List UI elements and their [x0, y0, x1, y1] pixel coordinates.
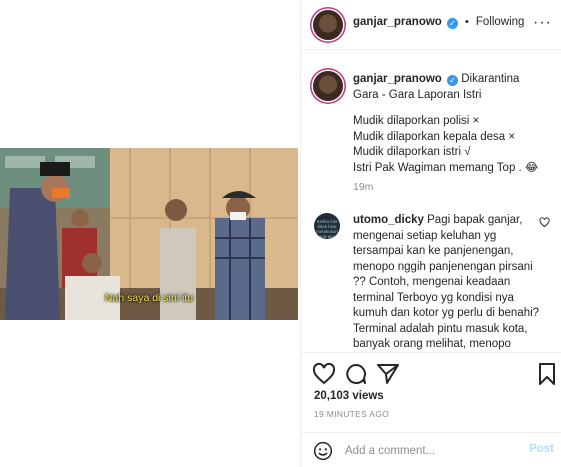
post-media: Nah saya di sini itu [0, 0, 300, 467]
post-timestamp[interactable]: 19 MINUTES AGO [314, 409, 389, 419]
post-panel: ganjar_pranowo ✓ • Following ··· ganjar_… [300, 0, 561, 467]
video-subtitle: Nah saya di sini itu [104, 292, 194, 304]
caption-body: Mudik dilaporkan polisi × Mudik dilapork… [353, 114, 553, 176]
post-caption: ganjar_pranowo ✓ Dikarantina Gara - Gara… [353, 71, 543, 103]
caption-line: Mudik dilaporkan polisi × [353, 115, 480, 127]
caption-author-avatar[interactable] [313, 71, 343, 101]
caption-username[interactable]: ganjar_pranowo [353, 73, 442, 85]
verified-check-icon: ✓ [446, 18, 458, 29]
caption-line: Istri Pak Wagiman memang Top . 😂 [353, 161, 539, 174]
caption-line: Mudik dilaporkan kepala desa × [353, 130, 516, 143]
comments-section[interactable]: ganjar_pranowo ✓ Dikarantina Gara - Gara… [301, 51, 561, 353]
header-separator: • [464, 16, 469, 28]
following-button[interactable]: Following [476, 16, 525, 28]
ellipsis-icon[interactable]: ··· [533, 14, 552, 32]
header-user-line: ganjar_pranowo ✓ • Following [353, 16, 524, 29]
caption-line: Mudik dilaporkan istri √ [353, 146, 471, 158]
verified-check-icon: ✓ [447, 75, 459, 86]
view-count[interactable]: 20,103 views [314, 390, 384, 402]
bookmark-icon[interactable] [535, 362, 559, 386]
like-comment-heart-icon[interactable] [539, 217, 550, 228]
comment-input[interactable] [345, 442, 505, 460]
post-header: ganjar_pranowo ✓ • Following ··· [301, 0, 561, 50]
heart-icon[interactable] [312, 362, 336, 386]
header-username[interactable]: ganjar_pranowo [353, 16, 442, 28]
caption-timestamp: 19m [353, 181, 374, 193]
post-actions [301, 356, 561, 392]
add-comment-bar: Post [301, 432, 561, 467]
share-icon[interactable] [376, 362, 400, 386]
commenter-avatar[interactable]: Ketika kita tidak bisa melakukan apa-apa [314, 213, 340, 239]
post-comment-button[interactable]: Post [529, 443, 554, 455]
comment-body: Pagi bapak ganjar, mengenai setiap keluh… [353, 214, 540, 350]
author-avatar[interactable] [313, 10, 343, 40]
emoji-icon[interactable] [313, 441, 333, 461]
comment-item: utomo_dicky Pagi bapak ganjar, mengenai … [353, 213, 541, 352]
comment-icon[interactable] [344, 362, 368, 386]
video-player[interactable]: Nah saya di sini itu [0, 148, 298, 320]
comment-username[interactable]: utomo_dicky [353, 214, 424, 226]
